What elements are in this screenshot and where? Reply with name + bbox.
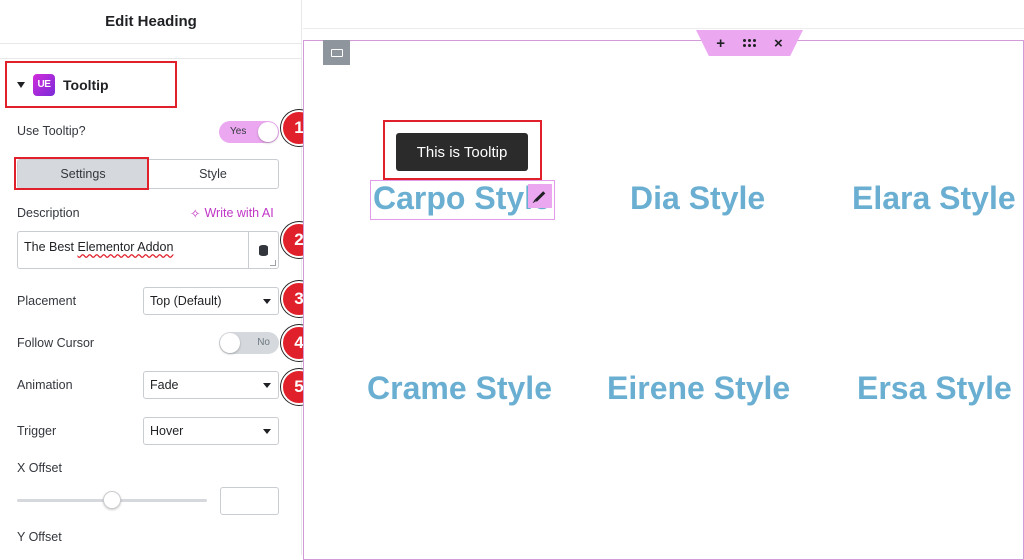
y-offset-label: Y Offset <box>17 530 62 544</box>
x-offset-input[interactable] <box>220 487 279 515</box>
section-outline <box>303 40 1024 560</box>
add-icon[interactable]: + <box>716 36 725 51</box>
trigger-value: Hover <box>150 424 184 438</box>
toggle-knob <box>258 122 278 142</box>
caret-down-icon <box>17 81 25 88</box>
close-icon[interactable]: × <box>774 36 783 51</box>
sparkle-icon: ✧ <box>190 207 201 221</box>
panel-title: Edit Heading <box>0 0 302 44</box>
section-toolbar: + × <box>696 30 803 56</box>
follow-cursor-label: Follow Cursor <box>17 336 95 350</box>
widget-icon: UE <box>33 73 55 96</box>
heading-crame[interactable]: Crame Style <box>367 370 552 407</box>
trigger-select[interactable]: Hover <box>143 417 279 445</box>
pencil-icon <box>534 190 546 202</box>
preview-canvas: + × This is Tooltip Carpo Style Dia Styl… <box>303 0 1024 560</box>
x-offset-label: X Offset <box>17 461 62 475</box>
container-icon <box>330 48 343 57</box>
animation-select[interactable]: Fade <box>143 371 279 399</box>
description-value: The Best Elementor Addon <box>24 240 173 254</box>
use-tooltip-toggle[interactable]: Yes <box>219 121 279 143</box>
write-with-ai-label: Write with AI <box>204 206 274 220</box>
description-value-prefix: The Best <box>24 240 78 254</box>
tooltip-section-header[interactable]: UE Tooltip <box>5 61 177 108</box>
placement-value: Top (Default) <box>150 294 222 308</box>
animation-value: Fade <box>150 378 179 392</box>
database-icon <box>259 244 268 256</box>
tooltip-bubble: This is Tooltip <box>396 133 528 171</box>
settings-tab-highlight <box>14 157 149 190</box>
placement-label: Placement <box>17 294 77 308</box>
animation-label: Animation <box>17 378 73 392</box>
divider <box>303 28 1024 29</box>
placement-select[interactable]: Top (Default) <box>143 287 279 315</box>
toggle-state: Yes <box>230 126 247 137</box>
write-with-ai-link[interactable]: ✧ Write with AI <box>190 206 274 221</box>
chevron-down-icon <box>263 383 271 388</box>
heading-elara[interactable]: Elara Style <box>852 180 1016 217</box>
section-title: Tooltip <box>63 76 109 93</box>
resize-handle-icon[interactable] <box>270 260 276 266</box>
x-offset-slider-handle[interactable] <box>103 491 121 509</box>
use-tooltip-label: Use Tooltip? <box>17 124 86 138</box>
editor-panel: Edit Heading UE Tooltip Use Tooltip? Yes… <box>0 0 302 555</box>
tab-style[interactable]: Style <box>148 160 278 188</box>
description-label: Description <box>17 206 80 220</box>
heading-carpo[interactable]: Carpo Style <box>373 180 551 217</box>
toggle-state: No <box>257 337 270 348</box>
follow-cursor-toggle[interactable]: No <box>219 332 279 354</box>
chevron-down-icon <box>263 429 271 434</box>
drag-handle-icon[interactable] <box>743 39 756 47</box>
heading-ersa[interactable]: Ersa Style <box>857 370 1012 407</box>
heading-dia[interactable]: Dia Style <box>630 180 765 217</box>
trigger-label: Trigger <box>17 424 57 438</box>
divider <box>0 58 302 59</box>
edit-widget-button[interactable] <box>528 184 552 208</box>
toggle-knob <box>220 333 240 353</box>
container-handle[interactable] <box>323 40 350 65</box>
chevron-down-icon <box>263 299 271 304</box>
description-textarea[interactable]: The Best Elementor Addon <box>17 231 279 269</box>
heading-eirene[interactable]: Eirene Style <box>607 370 790 407</box>
description-value-misspelled: Elementor Addon <box>77 240 174 254</box>
